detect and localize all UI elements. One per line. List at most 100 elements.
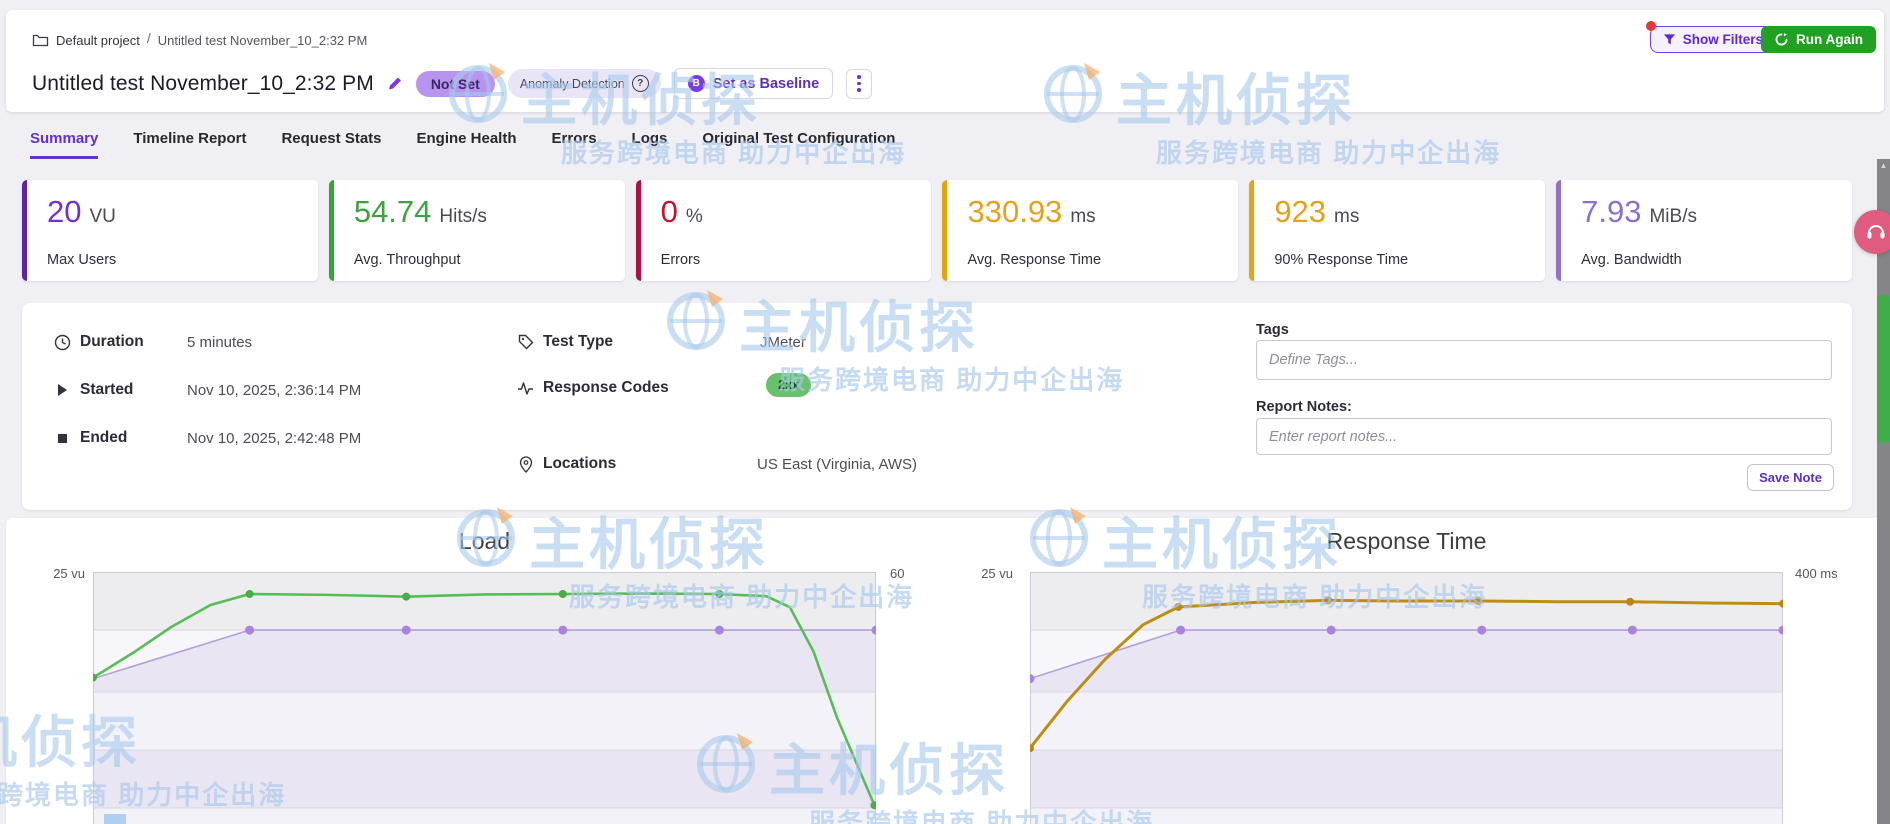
locations-label: Locations [543, 455, 616, 473]
report-notes-label: Report Notes: [1256, 399, 1352, 415]
load-chart [93, 572, 876, 824]
stop-icon [54, 434, 71, 443]
metric-label: 90% Response Time [1274, 252, 1408, 268]
test-type-value: JMeter [760, 334, 806, 351]
breadcrumb-separator: / [147, 30, 151, 46]
metric-card-avg-throughput: 54.74 Hits/s Avg. Throughput [329, 180, 625, 281]
test-type-label: Test Type [543, 333, 613, 351]
pulse-icon [517, 381, 534, 396]
metric-value: 54.74 [354, 194, 432, 230]
baseline-icon: B [688, 75, 705, 92]
restart-icon [1774, 32, 1789, 47]
locations-row: Locations [517, 453, 616, 475]
locations-value: US East (Virginia, AWS) [757, 456, 917, 473]
metric-label: Max Users [47, 252, 116, 268]
metric-card-errors: 0% Errors [636, 180, 932, 281]
headset-icon [1866, 223, 1886, 241]
folder-icon [32, 33, 49, 47]
ended-label: Ended [80, 429, 127, 447]
run-again-button[interactable]: Run Again [1761, 26, 1876, 53]
anomaly-detection-label: Anomaly Detection [520, 77, 625, 91]
response-codes-row: Response Codes [517, 377, 669, 399]
tab-request-stats[interactable]: Request Stats [281, 130, 381, 159]
tab-original-test-configuration[interactable]: Original Test Configuration [702, 130, 895, 159]
test-type-row: Test Type [517, 331, 613, 353]
metric-value: 330.93 [967, 194, 1062, 230]
ended-row: Ended [54, 427, 127, 449]
help-icon[interactable]: ? [632, 75, 649, 92]
set-as-baseline-label: Set as Baseline [713, 76, 819, 92]
response-time-chart-title: Response Time [1030, 528, 1783, 555]
anomaly-detection-toggle[interactable]: Anomaly Detection ? [508, 69, 661, 98]
tab-errors[interactable]: Errors [552, 130, 597, 159]
status-badge[interactable]: Not Set [416, 71, 495, 97]
started-value: Nov 10, 2025, 2:36:14 PM [187, 382, 361, 399]
metric-label: Errors [661, 252, 700, 268]
notification-dot [1646, 21, 1656, 31]
metric-label: Avg. Bandwidth [1581, 252, 1682, 268]
report-title: Untitled test November_10_2:32 PM [32, 72, 374, 96]
metric-value: 923 [1274, 194, 1326, 230]
clock-icon [54, 334, 71, 351]
edit-title-icon[interactable] [387, 76, 403, 92]
test-details-panel: Duration 5 minutes Started Nov 10, 2025,… [22, 303, 1852, 510]
metric-card-90-response-time: 923 ms 90% Response Time [1249, 180, 1545, 281]
title-row: Untitled test November_10_2:32 PM Not Se… [32, 68, 872, 99]
response-code-badge[interactable]: 2xx [766, 373, 811, 397]
tab-summary[interactable]: Summary [30, 130, 98, 159]
metric-unit: Hits/s [439, 206, 487, 228]
play-icon[interactable] [54, 384, 71, 396]
metric-value: 20 [47, 194, 81, 230]
run-again-label: Run Again [1796, 32, 1863, 47]
metric-label: Avg. Throughput [354, 252, 461, 268]
metric-unit: % [686, 206, 703, 228]
show-filters-button[interactable]: Show Filters [1650, 26, 1776, 53]
duration-row: Duration [54, 331, 144, 353]
funnel-icon [1663, 33, 1676, 46]
load-right-axis-label: 60 [890, 566, 904, 581]
more-actions-button[interactable] [846, 69, 872, 99]
save-note-button[interactable]: Save Note [1747, 464, 1834, 491]
header-card: Default project / Untitled test November… [6, 10, 1884, 112]
set-as-baseline-button[interactable]: B Set as Baseline [674, 68, 833, 99]
tab-engine-health[interactable]: Engine Health [417, 130, 517, 159]
metric-unit: ms [1334, 206, 1359, 228]
app-root: Default project / Untitled test November… [0, 0, 1890, 824]
location-pin-icon [517, 456, 534, 473]
scroll-up-arrow[interactable]: ▲ [1877, 161, 1890, 170]
response-left-axis-label: 25 vu [965, 566, 1013, 581]
metric-value: 7.93 [1581, 194, 1641, 230]
metric-card-max-users: 20 VU Max Users [22, 180, 318, 281]
breadcrumb-current: Untitled test November_10_2:32 PM [158, 33, 368, 48]
metric-card-avg-bandwidth: 7.93 MiB/s Avg. Bandwidth [1556, 180, 1852, 281]
breadcrumb: Default project / Untitled test November… [32, 32, 367, 48]
started-label: Started [80, 381, 133, 399]
breadcrumb-project-link[interactable]: Default project [56, 33, 140, 48]
metric-label: Avg. Response Time [967, 252, 1101, 268]
tab-bar: Summary Timeline Report Request Stats En… [30, 130, 895, 159]
report-notes-input[interactable] [1256, 418, 1832, 455]
scrollbar-track[interactable]: ▲ [1877, 159, 1890, 824]
metric-unit: ms [1070, 206, 1095, 228]
metrics-row: 20 VU Max Users 54.74 Hits/s Avg. Throughp… [22, 180, 1852, 281]
metric-unit: VU [89, 206, 115, 228]
response-codes-label: Response Codes [543, 379, 669, 397]
ended-value: Nov 10, 2025, 2:42:48 PM [187, 430, 361, 447]
duration-label: Duration [80, 333, 144, 351]
load-left-axis-label: 25 vu [40, 566, 85, 581]
metric-card-avg-response-time: 330.93 ms Avg. Response Time [942, 180, 1238, 281]
duration-value: 5 minutes [187, 334, 252, 351]
metric-value: 0 [661, 194, 678, 230]
tag-icon [517, 334, 534, 350]
load-chart-title: Load [93, 528, 876, 555]
started-row: Started [54, 379, 133, 401]
support-float-button[interactable] [1854, 210, 1890, 254]
tags-label: Tags [1256, 322, 1289, 338]
tab-timeline-report[interactable]: Timeline Report [133, 130, 246, 159]
scrollbar-thumb[interactable] [1877, 295, 1890, 443]
show-filters-label: Show Filters [1683, 32, 1763, 47]
tags-input[interactable] [1256, 340, 1832, 380]
metric-unit: MiB/s [1649, 206, 1697, 228]
response-time-chart [1030, 572, 1783, 824]
tab-logs[interactable]: Logs [632, 130, 668, 159]
